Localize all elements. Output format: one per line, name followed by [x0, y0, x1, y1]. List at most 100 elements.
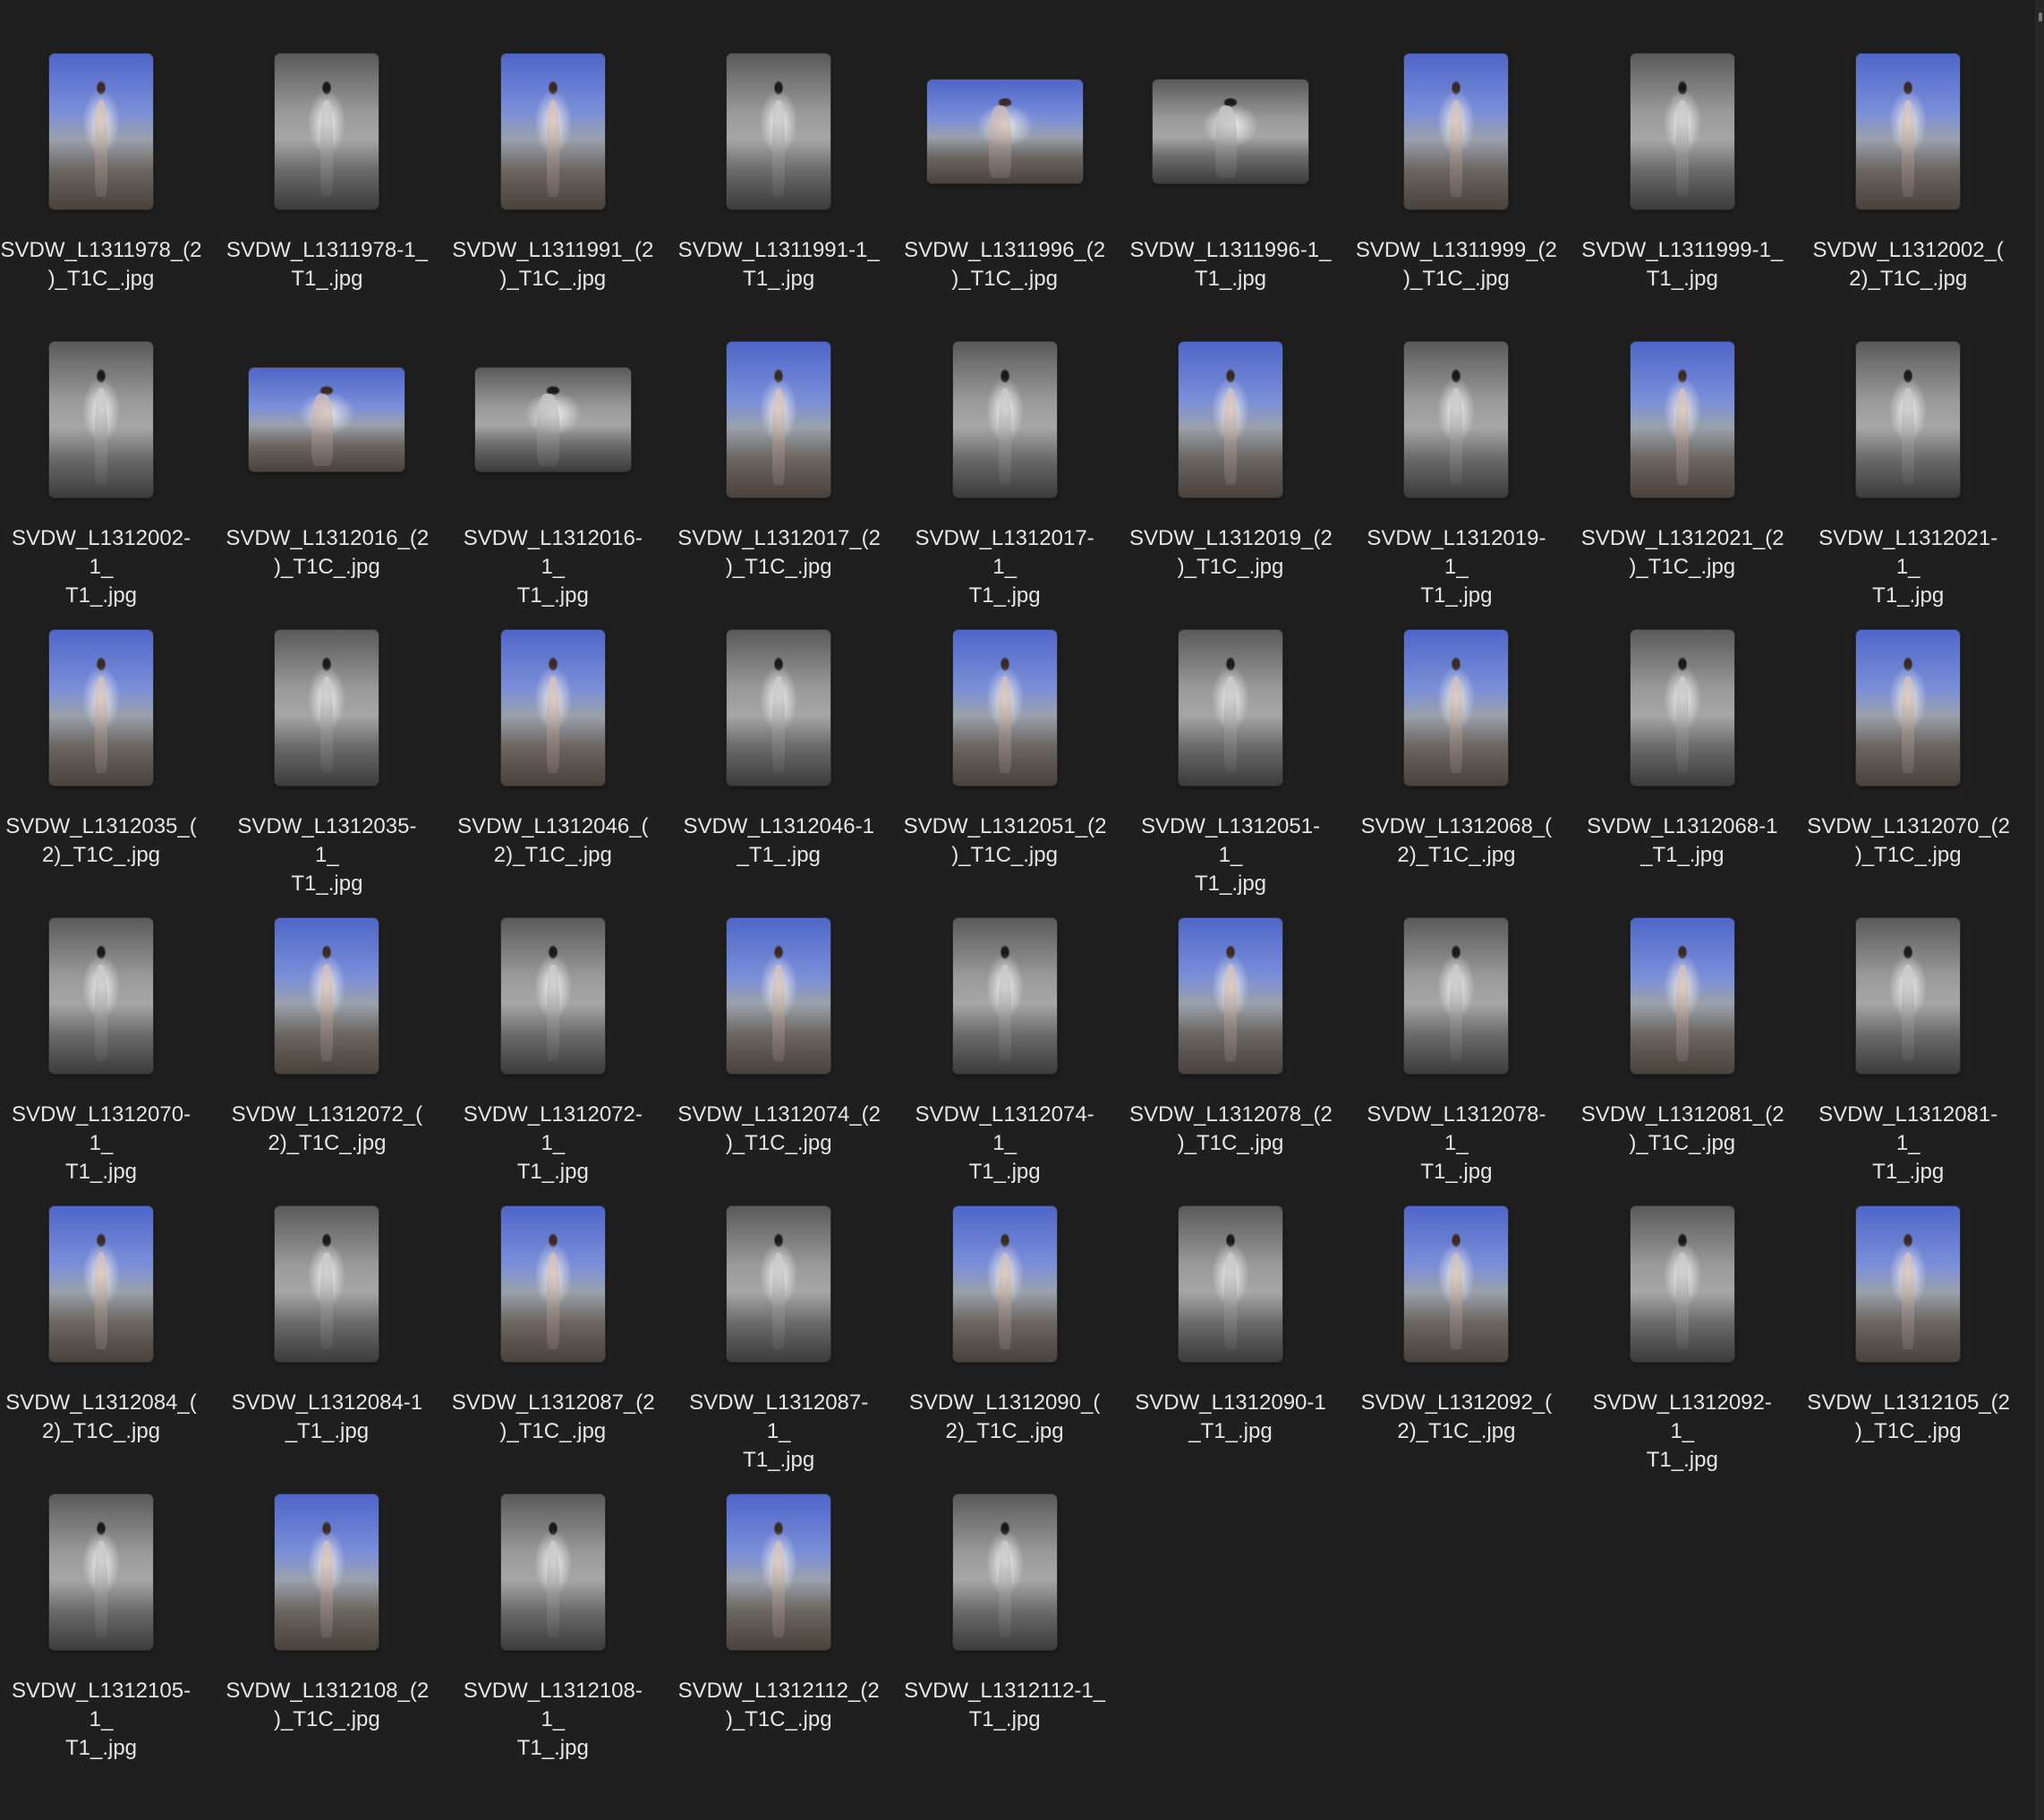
- file-item[interactable]: SVDW_L1312105_(2 )_T1C_.jpg: [1807, 1152, 2032, 1443]
- file-thumbnail[interactable]: [727, 54, 831, 209]
- file-thumbnail[interactable]: [1404, 1206, 1509, 1362]
- file-thumbnail[interactable]: [952, 630, 1057, 786]
- file-name-label[interactable]: SVDW_L1312084-1 _T1_.jpg: [226, 1389, 428, 1446]
- file-name-label[interactable]: SVDW_L1312112-1_ T1_.jpg: [904, 1677, 1106, 1734]
- file-item[interactable]: SVDW_L1312021-1_ T1_.jpg: [1807, 288, 2032, 608]
- file-thumbnail[interactable]: [49, 342, 153, 498]
- file-name-label[interactable]: SVDW_L1312105_(2 )_T1C_.jpg: [1807, 1389, 2010, 1446]
- file-item[interactable]: SVDW_L1312081-1_ T1_.jpg: [1807, 864, 2032, 1184]
- file-item[interactable]: SVDW_L1311999-1_ T1_.jpg: [1581, 0, 1807, 291]
- file-name-label[interactable]: SVDW_L1311996-1_ T1_.jpg: [1129, 236, 1332, 293]
- file-thumbnail[interactable]: [249, 368, 405, 472]
- file-name-label[interactable]: SVDW_L1311996_(2 )_T1C_.jpg: [904, 236, 1106, 293]
- file-name-label[interactable]: SVDW_L1312105-1_ T1_.jpg: [0, 1677, 202, 1763]
- file-item[interactable]: SVDW_L1312051-1_ T1_.jpg: [1129, 576, 1355, 896]
- file-item[interactable]: SVDW_L1312072_( 2)_T1C_.jpg: [226, 864, 451, 1155]
- file-thumbnail[interactable]: [49, 1494, 153, 1650]
- file-thumbnail[interactable]: [926, 80, 1083, 183]
- file-item[interactable]: SVDW_L1312092-1_ T1_.jpg: [1581, 1152, 1807, 1472]
- file-item[interactable]: SVDW_L1312046-1 _T1_.jpg: [677, 576, 903, 867]
- file-thumbnail[interactable]: [275, 918, 379, 1074]
- file-item[interactable]: SVDW_L1312112-1_ T1_.jpg: [904, 1441, 1129, 1731]
- file-item[interactable]: SVDW_L1312084-1 _T1_.jpg: [226, 1152, 451, 1443]
- file-item[interactable]: SVDW_L1311991_(2 )_T1C_.jpg: [452, 0, 677, 291]
- file-thumbnail[interactable]: [1179, 918, 1282, 1074]
- file-thumbnail[interactable]: [500, 1206, 605, 1362]
- file-name-label[interactable]: SVDW_L1312046-1 _T1_.jpg: [677, 812, 880, 870]
- file-item[interactable]: SVDW_L1312019_(2 )_T1C_.jpg: [1129, 288, 1355, 579]
- file-name-label[interactable]: SVDW_L1311978-1_ T1_.jpg: [226, 236, 428, 293]
- file-item[interactable]: SVDW_L1312068-1 _T1_.jpg: [1581, 576, 1807, 867]
- file-item[interactable]: SVDW_L1312070_(2 )_T1C_.jpg: [1807, 576, 2032, 867]
- file-thumbnail[interactable]: [1630, 342, 1734, 498]
- file-name-label[interactable]: SVDW_L1312078_(2 )_T1C_.jpg: [1129, 1101, 1333, 1158]
- file-name-label[interactable]: SVDW_L1311978_(2 )_T1C_.jpg: [0, 236, 202, 293]
- scrollbar-thumb[interactable]: [2039, 13, 2042, 21]
- file-item[interactable]: SVDW_L1312035_( 2)_T1C_.jpg: [0, 576, 226, 867]
- file-thumbnail[interactable]: [1856, 1206, 1961, 1362]
- file-item[interactable]: SVDW_L1312081_(2 )_T1C_.jpg: [1581, 864, 1807, 1155]
- file-thumbnail[interactable]: [952, 1494, 1057, 1650]
- file-thumbnail[interactable]: [1630, 54, 1734, 209]
- file-name-label[interactable]: SVDW_L1312092-1_ T1_.jpg: [1581, 1389, 1784, 1475]
- file-name-label[interactable]: SVDW_L1312084_( 2)_T1C_.jpg: [0, 1389, 202, 1446]
- file-item[interactable]: SVDW_L1312090_( 2)_T1C_.jpg: [904, 1152, 1129, 1443]
- file-item[interactable]: SVDW_L1312035-1_ T1_.jpg: [226, 576, 451, 896]
- file-item[interactable]: SVDW_L1311996-1_ T1_.jpg: [1129, 0, 1355, 291]
- file-item[interactable]: SVDW_L1312070-1_ T1_.jpg: [0, 864, 226, 1184]
- vertical-scrollbar[interactable]: [2035, 0, 2044, 1820]
- file-thumbnail[interactable]: [1856, 918, 1961, 1074]
- file-name-label[interactable]: SVDW_L1312072_( 2)_T1C_.jpg: [226, 1101, 428, 1158]
- file-thumbnail[interactable]: [275, 54, 379, 209]
- file-item[interactable]: SVDW_L1312074-1_ T1_.jpg: [904, 864, 1129, 1184]
- file-name-label[interactable]: SVDW_L1312090-1 _T1_.jpg: [1129, 1389, 1332, 1446]
- file-item[interactable]: SVDW_L1312078_(2 )_T1C_.jpg: [1129, 864, 1355, 1155]
- file-item[interactable]: SVDW_L1312002-1_ T1_.jpg: [0, 288, 226, 608]
- file-thumbnail[interactable]: [49, 630, 153, 786]
- file-thumbnail[interactable]: [49, 54, 153, 209]
- file-name-label[interactable]: SVDW_L1312017_(2 )_T1C_.jpg: [677, 524, 881, 582]
- file-thumbnail[interactable]: [1856, 342, 1961, 498]
- file-item[interactable]: SVDW_L1312090-1 _T1_.jpg: [1129, 1152, 1355, 1443]
- file-thumbnail[interactable]: [1179, 342, 1282, 498]
- file-name-label[interactable]: SVDW_L1312046_( 2)_T1C_.jpg: [452, 812, 654, 870]
- file-item[interactable]: SVDW_L1312021_(2 )_T1C_.jpg: [1581, 288, 1807, 579]
- file-item[interactable]: SVDW_L1312016-1_ T1_.jpg: [452, 288, 677, 608]
- file-item[interactable]: SVDW_L1312016_(2 )_T1C_.jpg: [226, 288, 451, 579]
- file-thumbnail[interactable]: [1179, 1206, 1282, 1362]
- file-name-label[interactable]: SVDW_L1311999-1_ T1_.jpg: [1581, 236, 1784, 293]
- file-name-label[interactable]: SVDW_L1311999_(2 )_T1C_.jpg: [1355, 236, 1557, 293]
- file-item[interactable]: SVDW_L1312105-1_ T1_.jpg: [0, 1441, 226, 1760]
- file-thumbnail[interactable]: [1630, 1206, 1734, 1362]
- file-item[interactable]: SVDW_L1312002_( 2)_T1C_.jpg: [1807, 0, 2032, 291]
- file-thumbnail[interactable]: [727, 342, 831, 498]
- file-thumbnail[interactable]: [1630, 630, 1734, 786]
- file-name-label[interactable]: SVDW_L1312002_( 2)_T1C_.jpg: [1807, 236, 2009, 293]
- file-name-label[interactable]: SVDW_L1312070_(2 )_T1C_.jpg: [1807, 812, 2010, 870]
- file-thumbnail[interactable]: [727, 918, 831, 1074]
- file-thumbnail[interactable]: [952, 342, 1057, 498]
- file-thumbnail[interactable]: [952, 918, 1057, 1074]
- file-item[interactable]: SVDW_L1312017-1_ T1_.jpg: [904, 288, 1129, 608]
- file-thumbnail[interactable]: [952, 1206, 1057, 1362]
- file-thumbnail[interactable]: [275, 1494, 379, 1650]
- file-thumbnail[interactable]: [49, 1206, 153, 1362]
- file-item[interactable]: SVDW_L1312112_(2 )_T1C_.jpg: [677, 1441, 903, 1731]
- file-name-label[interactable]: SVDW_L1312068-1 _T1_.jpg: [1581, 812, 1784, 870]
- file-thumbnail[interactable]: [1404, 342, 1509, 498]
- file-thumbnail[interactable]: [500, 630, 605, 786]
- file-item[interactable]: SVDW_L1312068_( 2)_T1C_.jpg: [1355, 576, 1580, 867]
- file-item[interactable]: SVDW_L1312078-1_ T1_.jpg: [1355, 864, 1580, 1184]
- file-name-label[interactable]: SVDW_L1312051_(2 )_T1C_.jpg: [904, 812, 1107, 870]
- file-thumbnail[interactable]: [275, 630, 379, 786]
- file-name-label[interactable]: SVDW_L1312112_(2 )_T1C_.jpg: [677, 1677, 880, 1734]
- file-name-label[interactable]: SVDW_L1312035_( 2)_T1C_.jpg: [0, 812, 202, 870]
- file-item[interactable]: SVDW_L1311978_(2 )_T1C_.jpg: [0, 0, 226, 291]
- file-item[interactable]: SVDW_L1311991-1_ T1_.jpg: [677, 0, 903, 291]
- file-name-label[interactable]: SVDW_L1312092_( 2)_T1C_.jpg: [1355, 1389, 1557, 1446]
- file-name-label[interactable]: SVDW_L1312087_(2 )_T1C_.jpg: [452, 1389, 655, 1446]
- file-name-label[interactable]: SVDW_L1312108-1_ T1_.jpg: [452, 1677, 654, 1763]
- file-name-label[interactable]: SVDW_L1311991_(2 )_T1C_.jpg: [452, 236, 654, 293]
- file-name-label[interactable]: SVDW_L1312021_(2 )_T1C_.jpg: [1581, 524, 1784, 582]
- file-thumbnail[interactable]: [727, 1206, 831, 1362]
